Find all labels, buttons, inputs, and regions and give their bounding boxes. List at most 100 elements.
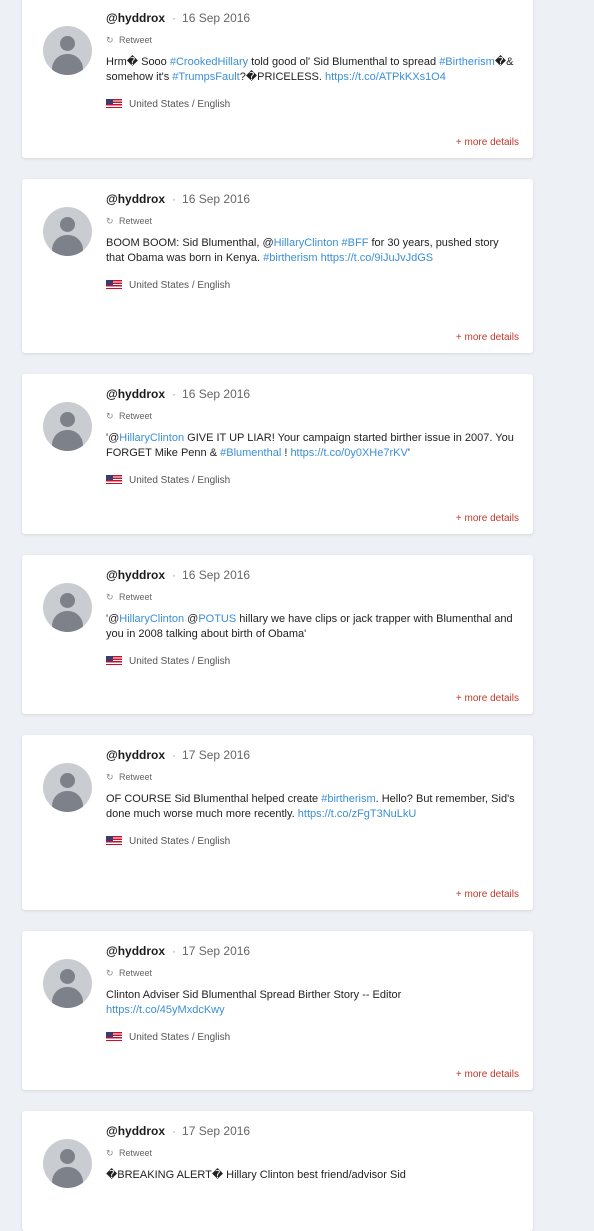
more-details-link[interactable]: + more details (456, 513, 519, 524)
more-details-link[interactable]: + more details (456, 889, 519, 900)
tweet-date[interactable]: 16 Sep 2016 (182, 11, 250, 25)
tweet-link[interactable]: https://t.co/9iJuJvJdGS (321, 252, 434, 264)
tweet-link[interactable]: https://t.co/0y0XHe7rKV (290, 447, 407, 459)
tweet-text: '@HillaryClinton @POTUS hillary we have … (106, 612, 519, 642)
flag-canton (106, 656, 113, 661)
more-details-link[interactable]: + more details (456, 332, 519, 343)
retweet-icon: ↻ (106, 772, 114, 782)
tweet-link[interactable]: HillaryClinton (119, 432, 184, 444)
tweet-date[interactable]: 17 Sep 2016 (182, 944, 250, 958)
tweet-text-segment: Hrm� Sooo (106, 56, 170, 68)
tweet-text: Clinton Adviser Sid Blumenthal Spread Bi… (106, 988, 519, 1018)
avatar-body (52, 430, 83, 451)
avatar-head (60, 1149, 75, 1164)
tweet-link[interactable]: #CrookedHillary (170, 56, 248, 68)
retweet-indicator: ↻ Retweet (106, 1147, 519, 1159)
avatar[interactable] (43, 1139, 92, 1188)
tweet-text-segment: told good ol' Sid Blumenthal to spread (248, 56, 440, 68)
tweet-handle[interactable]: @hyddrox (106, 11, 165, 25)
tweet-link[interactable]: #birtherism (321, 793, 375, 805)
tweet-text-segment: Clinton Adviser Sid Blumenthal Spread Bi… (106, 989, 402, 1001)
retweet-indicator: ↻ Retweet (106, 591, 519, 603)
tweet-link[interactable]: HillaryClinton (119, 613, 184, 625)
tweet-text: �BREAKING ALERT� Hillary Clinton best fr… (106, 1168, 519, 1183)
avatar[interactable] (43, 402, 92, 451)
tweet-link[interactable]: HillaryClinton (274, 237, 339, 249)
us-flag-icon (106, 280, 122, 289)
locale-label: United States / English (129, 280, 231, 291)
avatar[interactable] (43, 763, 92, 812)
tweet-handle[interactable]: @hyddrox (106, 748, 165, 762)
tweet-link[interactable]: #Birtherism (439, 56, 495, 68)
retweet-icon: ↻ (106, 216, 114, 226)
avatar-head (60, 593, 75, 608)
avatar-body (52, 54, 83, 75)
avatar[interactable] (43, 959, 92, 1008)
tweet-link[interactable]: https://t.co/zFgT3NuLkU (298, 808, 417, 820)
tweet-link[interactable]: #TrumpsFault (172, 71, 239, 83)
more-details-link[interactable]: + more details (456, 137, 519, 148)
tweet-date[interactable]: 16 Sep 2016 (182, 387, 250, 401)
tweet-content: @hyddrox · 16 Sep 2016 ↻ Retweet Hrm� Sooo … (106, 11, 519, 111)
tweet-handle[interactable]: @hyddrox (106, 387, 165, 401)
meta-separator: · (172, 748, 177, 762)
retweet-indicator: ↻ Retweet (106, 410, 519, 422)
retweet-label: Retweet (119, 968, 153, 978)
tweet-link[interactable]: #BFF (342, 237, 369, 249)
tweet-date[interactable]: 17 Sep 2016 (182, 748, 250, 762)
tweet-card: @hyddrox · 17 Sep 2016 ↻ Retweet �BREAKING … (22, 1111, 533, 1231)
locale-label: United States / English (129, 99, 231, 110)
locale-label: United States / English (129, 656, 231, 667)
retweet-icon: ↻ (106, 968, 114, 978)
more-details-link[interactable]: + more details (456, 1069, 519, 1080)
tweet-link[interactable]: https://t.co/45yMxdcKwy (106, 1004, 225, 1016)
tweet-date[interactable]: 16 Sep 2016 (182, 568, 250, 582)
avatar-body (52, 235, 83, 256)
retweet-label: Retweet (119, 772, 153, 782)
tweet-text-segment: �BREAKING ALERT� Hillary Clinton best fr… (106, 1169, 406, 1181)
tweet-locale: United States / English (106, 474, 519, 487)
tweet-link[interactable]: #Blumenthal (220, 447, 281, 459)
tweet-content: @hyddrox · 17 Sep 2016 ↻ Retweet OF COURSE … (106, 748, 519, 848)
retweet-indicator: ↻ Retweet (106, 215, 519, 227)
tweet-handle[interactable]: @hyddrox (106, 568, 165, 582)
tweet-meta: @hyddrox · 16 Sep 2016 (106, 192, 519, 207)
avatar[interactable] (43, 26, 92, 75)
flag-canton (106, 475, 113, 480)
avatar[interactable] (43, 207, 92, 256)
more-details-link[interactable]: + more details (456, 693, 519, 704)
meta-separator: · (172, 568, 177, 582)
tweet-date[interactable]: 17 Sep 2016 (182, 1124, 250, 1138)
retweet-icon: ↻ (106, 592, 114, 602)
tweet-meta: @hyddrox · 17 Sep 2016 (106, 944, 519, 959)
tweet-text: OF COURSE Sid Blumenthal helped create #… (106, 792, 519, 822)
tweet-text-segment: OF COURSE Sid Blumenthal helped create (106, 793, 322, 805)
meta-separator: · (172, 944, 177, 958)
tweet-card: @hyddrox · 16 Sep 2016 ↻ Retweet '@HillaryC… (22, 555, 533, 714)
tweet-handle[interactable]: @hyddrox (106, 192, 165, 206)
meta-separator: · (172, 387, 177, 401)
retweet-icon: ↻ (106, 1148, 114, 1158)
retweet-indicator: ↻ Retweet (106, 34, 519, 46)
retweet-icon: ↻ (106, 411, 114, 421)
tweet-handle[interactable]: @hyddrox (106, 1124, 165, 1138)
tweet-link[interactable]: #birtherism (263, 252, 317, 264)
tweet-card: @hyddrox · 16 Sep 2016 ↻ Retweet BOOM BOOM:… (22, 179, 533, 353)
us-flag-icon (106, 1032, 122, 1041)
tweet-locale: United States / English (106, 98, 519, 111)
meta-separator: · (172, 11, 177, 25)
tweet-link[interactable]: POTUS (198, 613, 236, 625)
locale-label: United States / English (129, 1032, 231, 1043)
tweet-text: Hrm� Sooo #CrookedHillary told good ol' … (106, 55, 519, 85)
tweet-meta: @hyddrox · 16 Sep 2016 (106, 11, 519, 26)
tweet-locale: United States / English (106, 1031, 519, 1044)
tweet-handle[interactable]: @hyddrox (106, 944, 165, 958)
avatar-head (60, 773, 75, 788)
avatar[interactable] (43, 583, 92, 632)
tweet-link[interactable]: https://t.co/ATPkKXs1O4 (325, 71, 446, 83)
tweet-date[interactable]: 16 Sep 2016 (182, 192, 250, 206)
retweet-icon: ↻ (106, 35, 114, 45)
meta-separator: · (172, 1124, 177, 1138)
us-flag-icon (106, 656, 122, 665)
flag-canton (106, 280, 113, 285)
